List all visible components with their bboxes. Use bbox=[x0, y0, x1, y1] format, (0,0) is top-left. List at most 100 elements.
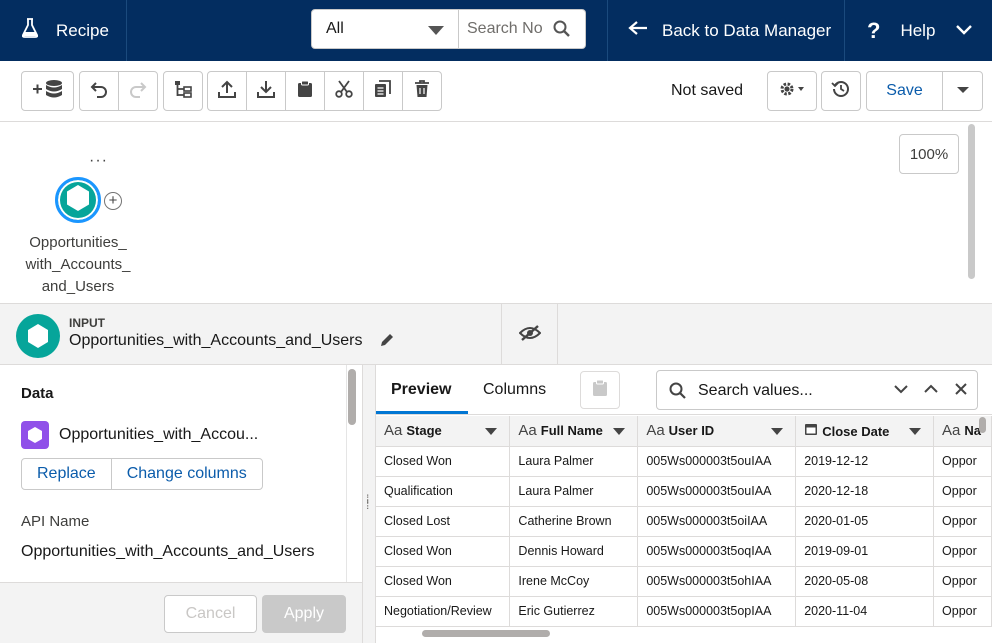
table-vertical-scrollbar[interactable] bbox=[979, 417, 986, 433]
column-header-label: Full Name bbox=[540, 423, 603, 439]
copy-button[interactable] bbox=[363, 71, 403, 111]
download-button[interactable] bbox=[246, 71, 286, 111]
table-cell[interactable]: 2020-11-04 bbox=[795, 596, 935, 627]
column-menu-icon[interactable] bbox=[771, 428, 784, 435]
table-cell[interactable]: Closed Won bbox=[376, 536, 511, 567]
text-type-icon: Aa bbox=[942, 422, 961, 440]
table-cell[interactable]: 005Ws000003t5oiIAA bbox=[637, 506, 797, 537]
table-cell[interactable]: 005Ws000003t5ohIAA bbox=[637, 566, 797, 597]
table-cell[interactable]: 2020-01-05 bbox=[795, 506, 935, 537]
search-icon bbox=[669, 382, 687, 405]
flask-icon bbox=[21, 18, 39, 43]
table-cell[interactable]: 005Ws000003t5opIAA bbox=[637, 596, 797, 627]
cut-button[interactable] bbox=[324, 71, 364, 111]
recipe-canvas[interactable]: ··· + Opportunities_ with_Accounts_ and_Us… bbox=[0, 122, 992, 304]
undo-button[interactable] bbox=[79, 71, 119, 111]
table-cell[interactable]: Oppor bbox=[933, 506, 992, 537]
paste-button[interactable] bbox=[285, 71, 325, 111]
api-name-label: API Name bbox=[21, 513, 90, 530]
table-cell[interactable]: 2019-09-01 bbox=[795, 536, 935, 567]
table-cell[interactable]: Catherine Brown bbox=[509, 506, 639, 537]
settings-menu-button[interactable] bbox=[767, 71, 817, 111]
hide-preview-icon[interactable] bbox=[518, 324, 542, 347]
upload-button[interactable] bbox=[207, 71, 247, 111]
apply-button[interactable]: Apply bbox=[262, 595, 346, 633]
table-cell[interactable]: Oppor bbox=[933, 536, 992, 567]
dataset-name: Opportunities_with_Accou... bbox=[59, 426, 259, 443]
column-menu-icon[interactable] bbox=[613, 428, 626, 435]
input-node[interactable] bbox=[55, 177, 101, 223]
help-label: Help bbox=[900, 20, 936, 40]
copy-values-button[interactable] bbox=[580, 371, 620, 409]
save-status: Not saved bbox=[671, 82, 744, 99]
table-cell[interactable]: Oppor bbox=[933, 446, 992, 477]
change-columns-button[interactable]: Change columns bbox=[110, 459, 262, 489]
table-cell[interactable]: Eric Gutierrez bbox=[509, 596, 639, 627]
column-header-label: Close Date bbox=[822, 423, 890, 439]
column-header[interactable]: Aa Stage bbox=[376, 416, 511, 447]
scrollbar-track bbox=[346, 365, 347, 585]
help-menu[interactable]: ? Help bbox=[845, 0, 992, 61]
table-cell[interactable]: Oppor bbox=[933, 596, 992, 627]
zoom-level-button[interactable]: 100% bbox=[899, 134, 959, 174]
node-menu-icon[interactable]: ··· bbox=[89, 153, 108, 169]
table-cell[interactable]: Qualification bbox=[376, 476, 511, 507]
column-menu-icon[interactable] bbox=[485, 428, 498, 435]
table-cell[interactable]: Negotiation/Review bbox=[376, 596, 511, 627]
table-cell[interactable]: 005Ws000003t5ouIAA bbox=[637, 446, 797, 477]
table-cell[interactable]: Laura Palmer bbox=[509, 446, 639, 477]
table-cell[interactable]: Closed Won bbox=[376, 566, 511, 597]
cancel-button[interactable]: Cancel bbox=[164, 595, 257, 633]
chevron-up-icon[interactable] bbox=[923, 381, 939, 402]
column-header[interactable]: Aa Full Name bbox=[509, 416, 639, 447]
table-cell[interactable]: 005Ws000003t5oqIAA bbox=[637, 536, 797, 567]
history-button[interactable] bbox=[821, 71, 861, 111]
tab-preview[interactable]: Preview bbox=[391, 381, 451, 399]
table-cell[interactable]: 2019-12-12 bbox=[795, 446, 935, 477]
node-name: Opportunities_with_Accounts_and_Users bbox=[69, 332, 363, 349]
app-menu[interactable]: Recipe bbox=[0, 0, 127, 61]
table-cell[interactable]: Oppor bbox=[933, 476, 992, 507]
table-body: Closed Won Laura Palmer 005Ws000003t5ouIAA… bbox=[376, 446, 992, 627]
column-menu-icon[interactable] bbox=[909, 428, 922, 435]
back-to-data-manager-button[interactable]: Back to Data Manager bbox=[607, 0, 845, 61]
search-input[interactable]: Search No bbox=[459, 9, 586, 49]
download-icon bbox=[257, 80, 275, 103]
divider bbox=[501, 304, 502, 364]
tab-columns[interactable]: Columns bbox=[483, 381, 546, 399]
add-node-button[interactable]: + bbox=[104, 192, 122, 210]
column-header-label: Stage bbox=[406, 423, 442, 439]
table-row: Closed Won Laura Palmer 005Ws000003t5ouIAA… bbox=[376, 446, 992, 477]
divider bbox=[557, 304, 558, 364]
search-scope-select[interactable]: All bbox=[311, 9, 459, 49]
calendar-icon bbox=[804, 423, 818, 440]
canvas-scrollbar[interactable] bbox=[968, 124, 975, 279]
save-button[interactable]: Save bbox=[866, 71, 943, 111]
table-cell[interactable]: 2020-12-18 bbox=[795, 476, 935, 507]
table-cell[interactable]: Closed Lost bbox=[376, 506, 511, 537]
layout-button[interactable] bbox=[163, 71, 203, 111]
column-header[interactable]: Aa User ID bbox=[637, 416, 797, 447]
edit-name-icon[interactable] bbox=[379, 332, 395, 353]
table-cell[interactable]: Oppor bbox=[933, 566, 992, 597]
redo-button[interactable] bbox=[118, 71, 158, 111]
table-cell[interactable]: Laura Palmer bbox=[509, 476, 639, 507]
drag-handle-icon: ⁞ ⁞ bbox=[366, 492, 370, 512]
table-cell[interactable]: Dennis Howard bbox=[509, 536, 639, 567]
add-input-data-button[interactable] bbox=[21, 71, 74, 111]
panel-scrollbar[interactable] bbox=[348, 369, 356, 425]
table-horizontal-scrollbar[interactable] bbox=[422, 630, 550, 637]
close-icon[interactable] bbox=[953, 381, 969, 402]
save-menu-button[interactable] bbox=[942, 71, 983, 111]
chevron-down-icon[interactable] bbox=[893, 381, 909, 402]
search-values-input[interactable]: Search values... bbox=[656, 370, 978, 410]
column-header[interactable]: Close Date bbox=[795, 416, 935, 447]
toolbar: Not saved Save bbox=[0, 61, 992, 122]
delete-button[interactable] bbox=[402, 71, 442, 111]
table-cell[interactable]: Closed Won bbox=[376, 446, 511, 477]
replace-button[interactable]: Replace bbox=[22, 459, 111, 489]
table-cell[interactable]: 005Ws000003t5ouIAA bbox=[637, 476, 797, 507]
panel-resize-handle[interactable]: ⁞ ⁞ bbox=[362, 365, 376, 643]
table-cell[interactable]: 2020-05-08 bbox=[795, 566, 935, 597]
table-cell[interactable]: Irene McCoy bbox=[509, 566, 639, 597]
